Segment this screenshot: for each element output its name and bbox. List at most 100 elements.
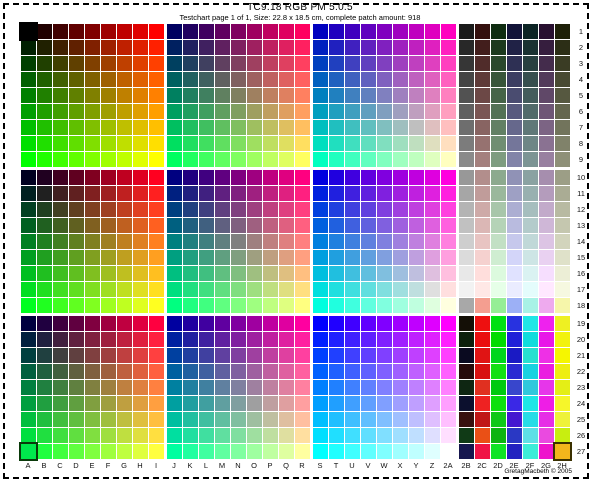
color-patch	[425, 152, 440, 167]
color-patch	[475, 428, 490, 443]
color-patch	[21, 298, 36, 313]
color-patch	[377, 380, 392, 395]
color-patch	[329, 24, 344, 39]
color-patch	[507, 298, 522, 313]
color-patch	[183, 412, 198, 427]
color-patch	[117, 40, 132, 55]
color-patch	[199, 380, 214, 395]
color-patch	[85, 282, 100, 297]
color-patch	[313, 266, 328, 281]
row-label: 15	[572, 253, 590, 262]
color-patch	[21, 412, 36, 427]
color-patch	[133, 412, 148, 427]
color-patch	[507, 250, 522, 265]
column-label: W	[376, 461, 392, 470]
color-patch	[425, 136, 440, 151]
color-patch	[117, 266, 132, 281]
color-patch	[247, 170, 262, 185]
color-patch	[555, 152, 570, 167]
color-patch	[263, 412, 278, 427]
color-patch	[21, 218, 36, 233]
color-patch	[491, 218, 506, 233]
color-patch	[21, 202, 36, 217]
color-patch	[345, 332, 360, 347]
color-patch	[247, 282, 262, 297]
color-patch	[441, 396, 456, 411]
color-patch	[409, 120, 424, 135]
color-patch	[523, 396, 538, 411]
color-patch	[491, 412, 506, 427]
color-patch	[555, 348, 570, 363]
color-patch	[167, 136, 182, 151]
color-patch	[53, 104, 68, 119]
color-patch	[199, 444, 214, 459]
color-patch	[167, 104, 182, 119]
color-patch	[183, 136, 198, 151]
color-patch	[345, 56, 360, 71]
color-patch	[37, 234, 52, 249]
color-patch	[199, 266, 214, 281]
color-patch	[393, 396, 408, 411]
color-patch	[101, 170, 116, 185]
color-patch	[555, 250, 570, 265]
color-patch	[539, 120, 554, 135]
color-patch	[441, 104, 456, 119]
color-patch	[523, 56, 538, 71]
color-patch	[117, 152, 132, 167]
color-patch	[263, 186, 278, 201]
color-patch	[409, 186, 424, 201]
row-label: 27	[572, 447, 590, 456]
color-patch	[37, 120, 52, 135]
color-patch	[167, 428, 182, 443]
color-patch	[21, 186, 36, 201]
color-patch	[117, 412, 132, 427]
color-patch	[263, 298, 278, 313]
color-patch	[85, 380, 100, 395]
color-patch	[215, 170, 230, 185]
color-patch	[69, 234, 84, 249]
color-patch	[279, 380, 294, 395]
color-patch	[53, 88, 68, 103]
color-patch	[53, 186, 68, 201]
color-patch	[507, 120, 522, 135]
color-patch	[279, 298, 294, 313]
color-patch	[507, 428, 522, 443]
color-patch	[215, 298, 230, 313]
color-patch	[149, 120, 164, 135]
color-patch	[133, 88, 148, 103]
column-label: M	[214, 461, 230, 470]
column-label: S	[312, 461, 328, 470]
row-label: 6	[572, 107, 590, 116]
color-patch	[231, 396, 246, 411]
color-patch	[279, 24, 294, 39]
color-patch	[475, 56, 490, 71]
color-patch	[409, 24, 424, 39]
column-label: R	[294, 461, 310, 470]
color-patch	[425, 202, 440, 217]
color-patch	[263, 428, 278, 443]
color-patch	[133, 186, 148, 201]
color-patch	[361, 332, 376, 347]
color-patch	[295, 24, 310, 39]
color-patch	[117, 396, 132, 411]
color-patch	[361, 88, 376, 103]
color-patch	[117, 428, 132, 443]
color-patch	[377, 234, 392, 249]
testchart-image: TC9.18 RGB PM 5.0.5 Testchart page 1 of …	[0, 0, 600, 485]
color-patch	[263, 56, 278, 71]
color-patch	[183, 186, 198, 201]
color-patch	[361, 104, 376, 119]
color-patch	[555, 412, 570, 427]
color-patch	[37, 316, 52, 331]
color-patch	[53, 332, 68, 347]
color-patch	[329, 428, 344, 443]
color-patch	[475, 298, 490, 313]
color-patch	[441, 364, 456, 379]
color-patch	[101, 266, 116, 281]
color-patch	[37, 186, 52, 201]
color-patch	[507, 24, 522, 39]
column-label: 2A	[440, 461, 456, 470]
color-patch	[279, 428, 294, 443]
color-patch	[507, 444, 522, 459]
color-patch	[345, 40, 360, 55]
